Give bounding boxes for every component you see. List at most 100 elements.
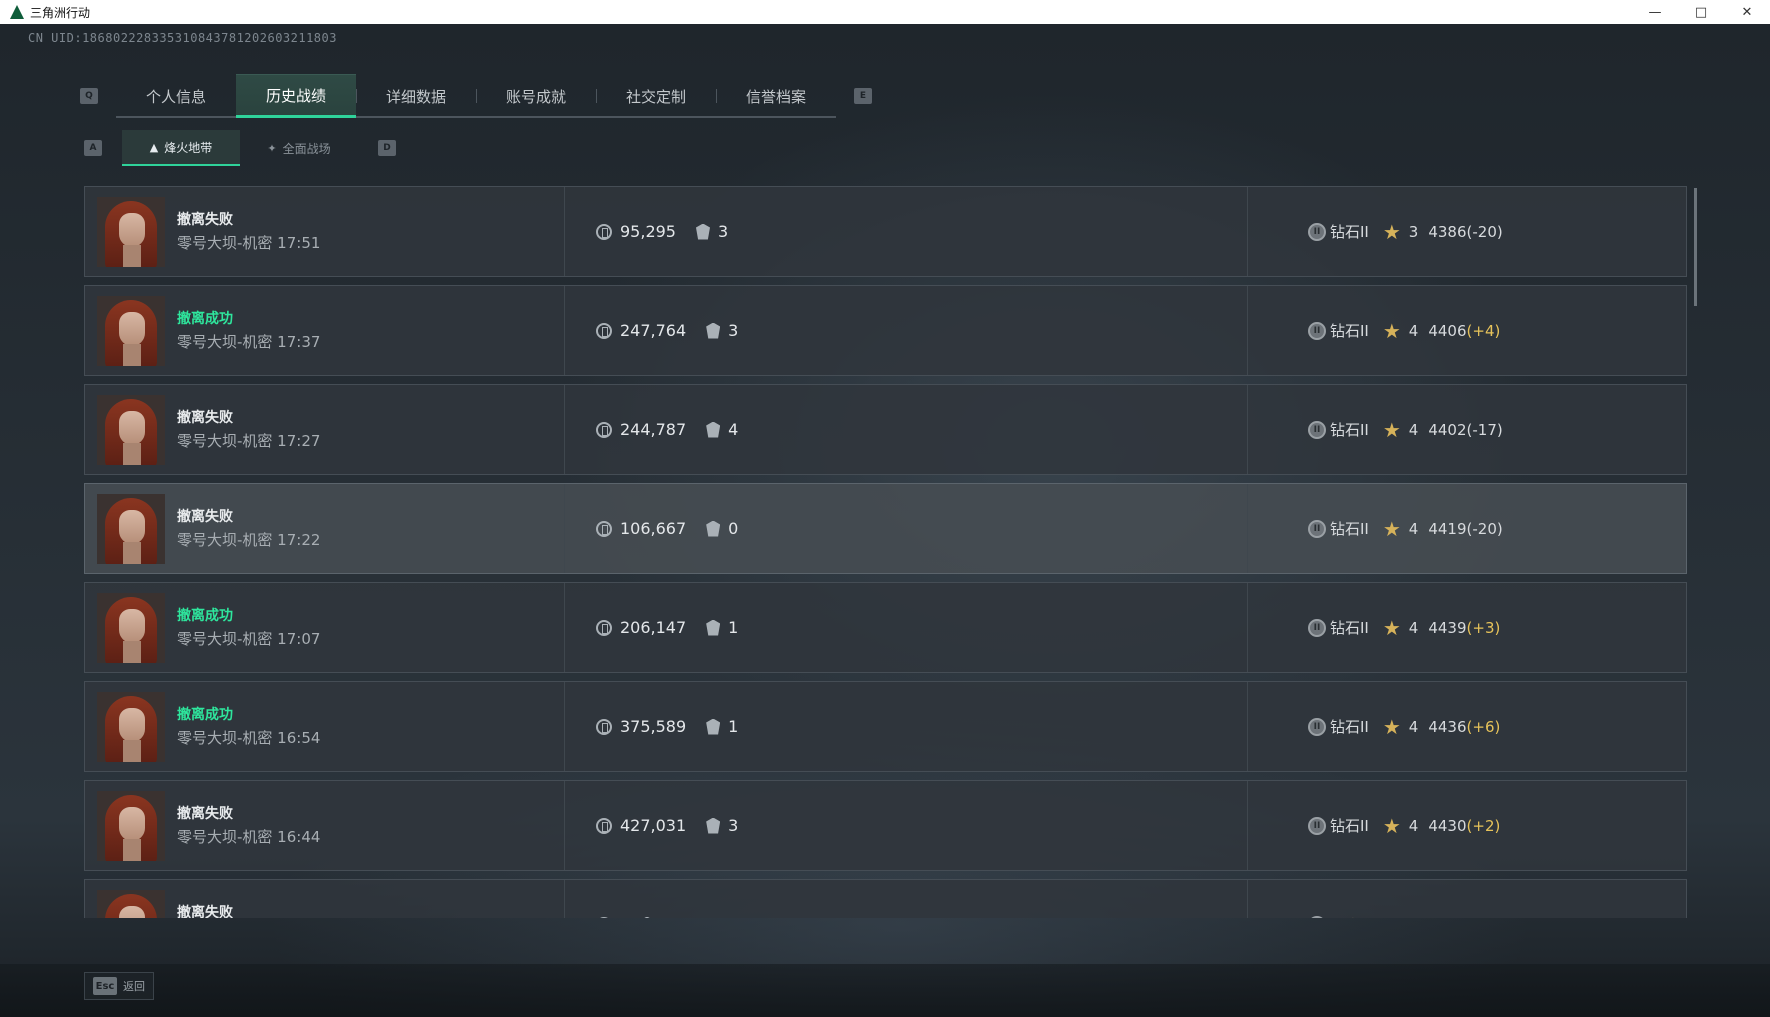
subtab-label: 烽火地带	[164, 140, 213, 155]
value-cell: 247,764 3	[596, 286, 738, 375]
kill-count: 3	[728, 816, 739, 835]
column-divider	[1247, 385, 1248, 474]
tab-match-history[interactable]: 历史战绩	[236, 74, 356, 118]
rank-badge-icon: II	[1308, 915, 1326, 918]
extraction-result: 撤离成功	[177, 707, 233, 723]
column-divider	[1247, 880, 1248, 918]
star-icon: ★	[1344, 913, 1362, 919]
match-record-row[interactable]: 撤离失败 II ★	[84, 879, 1687, 918]
subtab-full-battlefield[interactable]: ✦ 全面战场	[240, 130, 358, 166]
match-record-list: 撤离失败 零号大坝-机密 17:51 95,295 3 II 钻石II ★ 3 4386 (-20…	[84, 186, 1687, 918]
extracted-value: 375,589	[620, 717, 687, 736]
star-icon: ★	[1382, 318, 1401, 343]
rank-badge-icon: II	[1308, 519, 1326, 538]
extracted-value: 247,764	[620, 321, 687, 340]
star-count: 4	[1408, 618, 1419, 637]
column-divider	[564, 385, 565, 474]
rank-name: 钻石II	[1330, 421, 1369, 439]
rank-score: 4419	[1428, 519, 1467, 538]
rank-cell: II 钻石II ★ 4 4406 (+4)	[1308, 286, 1500, 375]
avatar-face	[119, 807, 145, 841]
star-icon: ★	[1382, 219, 1401, 244]
kill-count: 1	[728, 618, 739, 637]
rank-name: 钻石II	[1330, 223, 1369, 241]
operator-avatar	[97, 593, 165, 663]
match-record-row[interactable]: 撤离失败 零号大坝-机密 17:22 106,667 0 II 钻石II ★ 4 4419 (-2…	[84, 483, 1687, 574]
column-divider	[1247, 781, 1248, 870]
kill-icon	[706, 520, 721, 537]
avatar-face	[119, 609, 145, 643]
column-divider	[1247, 286, 1248, 375]
tab-reputation-file[interactable]: 信誉档案	[716, 74, 836, 118]
star-count: 4	[1408, 321, 1419, 340]
maximize-icon[interactable]: □	[1678, 0, 1724, 24]
avatar-neck	[123, 839, 141, 861]
extracted-value: 206,147	[620, 618, 687, 637]
avatar-face	[119, 411, 145, 445]
window-title: 三角洲行动	[30, 5, 91, 20]
avatar-face	[119, 510, 145, 544]
map-and-time: 零号大坝-机密 17:51	[177, 234, 321, 252]
match-record-row[interactable]: 撤离失败 零号大坝-机密 17:51 95,295 3 II 钻石II ★ 3 4386 (-20…	[84, 186, 1687, 277]
star-count: 3	[1408, 222, 1419, 241]
rank-badge-icon: II	[1308, 321, 1326, 340]
rank-name: 钻石II	[1330, 322, 1369, 340]
bottom-bar	[0, 964, 1770, 1017]
subtab-extraction-zone[interactable]: ▲ 烽火地带	[122, 130, 240, 166]
match-record-row[interactable]: 撤离成功 零号大坝-机密 17:37 247,764 3 II 钻石II ★ 4 4406 (+4…	[84, 285, 1687, 376]
rank-badge-icon: II	[1308, 717, 1326, 736]
column-divider	[1247, 583, 1248, 672]
list-scrollbar[interactable]	[1694, 188, 1697, 306]
avatar-face	[119, 213, 145, 247]
operator-avatar	[97, 296, 165, 366]
prev-subtab-key-hint[interactable]: A	[84, 140, 102, 156]
coin-icon	[596, 322, 612, 339]
kill-count: 3	[717, 222, 729, 241]
rank-score: 4386	[1428, 222, 1467, 241]
rank-score: 4406	[1428, 321, 1467, 340]
tab-personal-info[interactable]: 个人信息	[116, 74, 236, 118]
map-and-time: 零号大坝-机密 16:54	[177, 729, 321, 747]
kill-count: 3	[728, 321, 739, 340]
extracted-value: 244,787	[620, 420, 687, 439]
map-and-time: 零号大坝-机密 16:44	[177, 828, 321, 846]
kill-count: 0	[728, 519, 739, 538]
kill-count: 4	[728, 420, 739, 439]
column-divider	[1247, 187, 1248, 276]
coin-icon	[596, 817, 612, 834]
column-divider	[1247, 682, 1248, 771]
back-button[interactable]: Esc 返回	[84, 972, 154, 1000]
coin-icon	[596, 619, 612, 636]
next-subtab-key-hint[interactable]: D	[378, 140, 396, 156]
kill-icon	[706, 421, 721, 438]
score-delta: (-20)	[1466, 222, 1503, 241]
value-cell: 106,667 0	[596, 484, 738, 573]
tab-social-customization[interactable]: 社交定制	[596, 74, 716, 118]
match-record-row[interactable]: 撤离失败 零号大坝-机密 16:44 427,031 3 II 钻石II ★ 4 4430 (+2…	[84, 780, 1687, 871]
value-cell: 427,031 3	[596, 781, 738, 870]
minimize-icon[interactable]: —	[1632, 0, 1678, 24]
next-tab-key-hint[interactable]: E	[854, 88, 872, 104]
back-label: 返回	[123, 980, 145, 993]
kill-count: 1	[728, 717, 739, 736]
extracted-value: 106,667	[620, 519, 687, 538]
close-icon[interactable]: ✕	[1724, 0, 1770, 24]
value-cell: 244,787 4	[596, 385, 738, 474]
rank-cell: II 钻石II ★ 4 4436 (+6)	[1308, 682, 1500, 771]
match-record-row[interactable]: 撤离成功零号大坝-机密 16:54 375,589 1 II 钻石II ★ 4 4436 (+6…	[84, 681, 1687, 772]
star-icon: ★	[1382, 813, 1401, 838]
window-controls: — □ ✕	[1632, 0, 1770, 24]
rank-cell: II ★	[1308, 880, 1380, 918]
tab-achievements[interactable]: 账号成就	[476, 74, 596, 118]
match-record-row[interactable]: 撤离成功 零号大坝-机密 17:07 206,147 1 II 钻石II ★ 4 4439 (+3…	[84, 582, 1687, 673]
mode-subtabs: A ▲ 烽火地带 ✦ 全面战场 D	[84, 130, 396, 166]
avatar-neck	[123, 443, 141, 465]
map-and-time: 零号大坝-机密 17:27	[177, 432, 321, 450]
avatar-neck	[123, 344, 141, 366]
score-delta: (+4)	[1466, 321, 1501, 340]
column-divider	[564, 781, 565, 870]
match-record-row[interactable]: 撤离失败 零号大坝-机密 17:27 244,787 4 II 钻石II ★ 4 4402 (-1…	[84, 384, 1687, 475]
tab-detailed-data[interactable]: 详细数据	[356, 74, 476, 118]
rank-score: 4402	[1428, 420, 1467, 439]
prev-tab-key-hint[interactable]: Q	[80, 88, 98, 104]
